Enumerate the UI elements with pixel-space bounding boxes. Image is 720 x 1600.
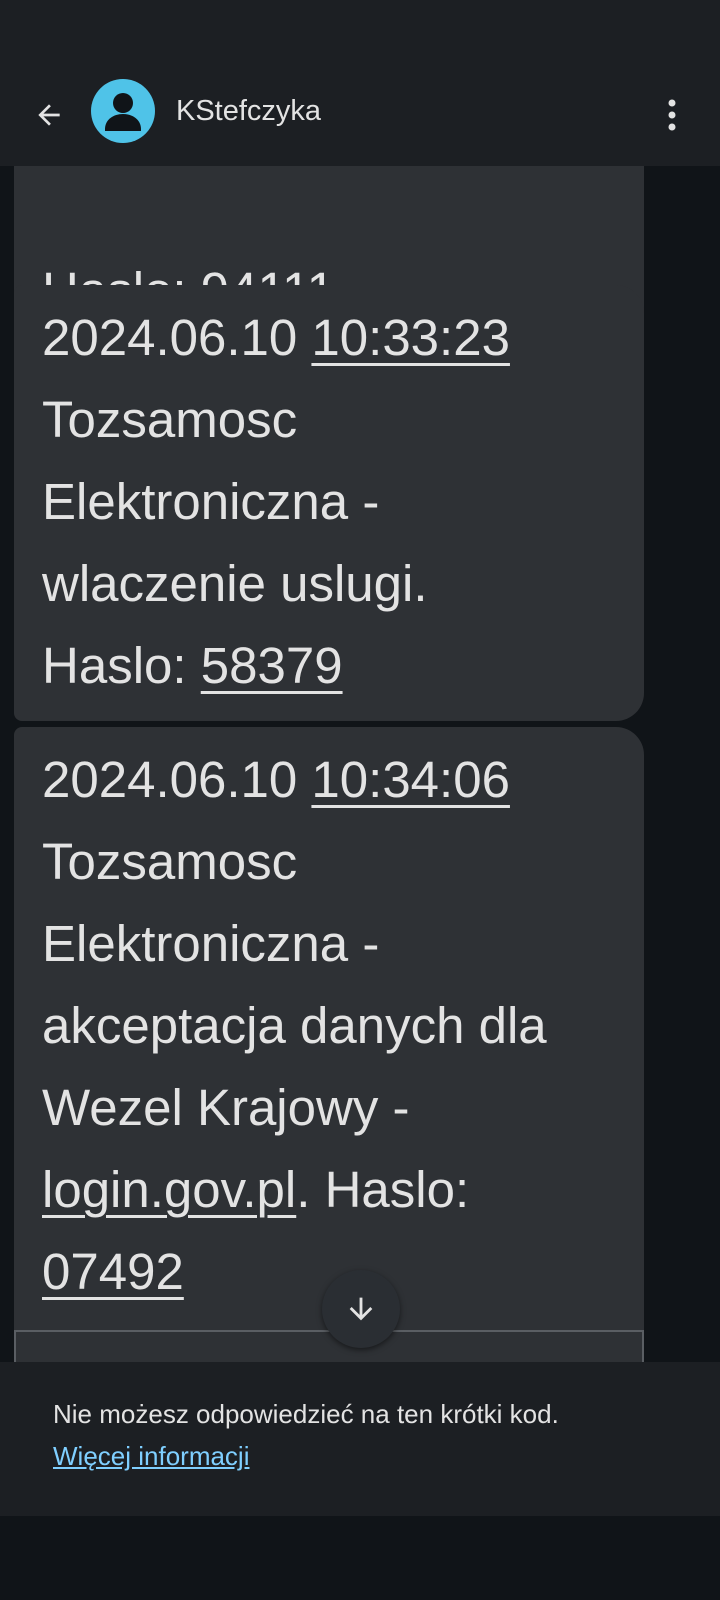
message-bubble-edge	[14, 1330, 644, 1362]
message-line: Elektroniczna -	[42, 473, 380, 530]
message-line: Tozsamosc	[42, 391, 298, 448]
back-button[interactable]	[24, 90, 74, 140]
message-text: . Haslo:	[296, 1161, 470, 1218]
message-line: 2024.06.10 10:33:23	[42, 297, 616, 379]
message-body: 2024.06.10 10:34:06 Tozsamosc Elektronic…	[42, 739, 616, 1313]
app-bar: KStefczyka	[0, 64, 720, 166]
message-line: login.gov.pl. Haslo:	[42, 1149, 616, 1231]
time-link[interactable]: 10:34:06	[311, 751, 510, 808]
message-line: 2024.06.10 10:34:06	[42, 739, 616, 821]
contact-name: KStefczyka	[176, 95, 322, 127]
scroll-to-bottom-button[interactable]	[322, 1270, 400, 1348]
message-bubble[interactable]: 2024.06.10 10:33:23 Tozsamosc Elektronic…	[14, 285, 644, 721]
message-line: Wezel Krajowy -	[42, 1079, 410, 1136]
message-body: 2024.06.10 10:33:23 Tozsamosc Elektronic…	[42, 297, 616, 707]
message-line: Haslo: 58379	[42, 625, 616, 707]
arrow-down-icon	[349, 1297, 373, 1321]
message-line: wlaczenie uslugi.	[42, 555, 428, 612]
notice-text: Nie możesz odpowiedzieć na ten krótki ko…	[53, 1399, 559, 1429]
more-options-button[interactable]	[650, 88, 694, 142]
person-icon	[105, 93, 141, 131]
message-line: akceptacja danych dla	[42, 997, 547, 1054]
avatar[interactable]	[91, 79, 155, 143]
reply-disabled-notice: Nie możesz odpowiedzieć na ten krótki ko…	[0, 1362, 720, 1516]
message-list[interactable]: Haslo: 94111 2024.06.10 10:33:23 Tozsamo…	[0, 166, 720, 1362]
more-vertical-icon	[668, 99, 676, 131]
more-info-link[interactable]: Więcej informacji	[53, 1436, 250, 1476]
status-bar	[0, 0, 720, 64]
message-line: Tozsamosc	[42, 833, 298, 890]
message-bubble[interactable]: 2024.06.10 10:34:06 Tozsamosc Elektronic…	[14, 727, 644, 1347]
time-link[interactable]: 10:33:23	[311, 309, 510, 366]
code-link[interactable]: 07492	[42, 1243, 184, 1300]
message-date: 2024.06.10	[42, 751, 298, 808]
url-link[interactable]: login.gov.pl	[42, 1161, 296, 1218]
message-line: Elektroniczna -	[42, 915, 380, 972]
navigation-bar	[0, 1516, 720, 1600]
code-link[interactable]: 58379	[201, 637, 343, 694]
password-label: Haslo:	[42, 637, 187, 694]
arrow-left-icon	[38, 104, 60, 126]
message-date: 2024.06.10	[42, 309, 298, 366]
